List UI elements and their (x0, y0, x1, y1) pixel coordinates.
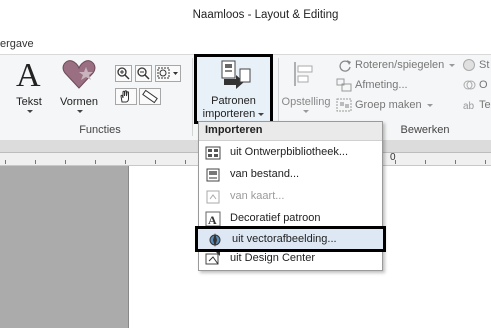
opstelling-button[interactable]: Opstelling (280, 58, 332, 120)
design-center-icon (205, 252, 220, 265)
vormen-button[interactable]: Vormen (56, 58, 102, 120)
ruler-tick (455, 160, 456, 164)
chevron-down-icon (258, 112, 265, 116)
heart-shapes-icon (62, 60, 96, 89)
bewerken-group-label: Bewerken (400, 124, 450, 136)
menu-item-uit-design-center[interactable]: uit Design Center (199, 248, 382, 270)
chevron-down-icon (427, 104, 433, 107)
roteren-label: Roteren/spiegelen (355, 59, 445, 71)
vector-image-icon (209, 233, 221, 247)
menu-header: Importeren (199, 122, 382, 141)
patronen-importeren-button[interactable]: Patronen importeren (194, 54, 273, 124)
ruler-icon (142, 89, 158, 104)
left-panel (0, 166, 128, 328)
opstelling-label: Opstelling (281, 96, 331, 108)
group-separator (192, 58, 193, 136)
zoom-out-button[interactable] (135, 65, 152, 82)
importeren-menu: Importeren uit Ontwerpbibliotheek... van… (195, 121, 386, 271)
menu-item-label: uit vectorafbeelding... (232, 233, 337, 245)
ruler-tick (185, 160, 186, 164)
tab-weergave[interactable]: ergave (0, 38, 34, 50)
patronen-line1: Patronen (211, 95, 256, 107)
card-icon (206, 190, 220, 204)
pan-button[interactable] (115, 88, 137, 105)
groep-maken-button[interactable]: Groep maken (336, 98, 436, 114)
align-icon (294, 62, 313, 86)
outline-icon (463, 80, 476, 90)
file-icon (206, 168, 220, 182)
ruler-tick (65, 160, 66, 164)
menu-item-ontwerpbibliotheek[interactable]: uit Ontwerpbibliotheek... (199, 142, 382, 164)
rotate-icon (339, 60, 351, 72)
afmeting-label: Afmeting... (355, 79, 408, 91)
menu-item-label: van kaart... (230, 190, 285, 202)
roteren-spiegelen-button[interactable]: Roteren/spiegelen (338, 58, 456, 74)
resize-icon (336, 78, 352, 92)
zoom-in-icon (117, 67, 130, 80)
circle-icon (463, 59, 475, 71)
menu-item-label: van bestand... (230, 168, 300, 180)
text-edit-button[interactable]: ab Te (462, 98, 491, 114)
measure-button[interactable] (139, 88, 161, 105)
outline-label: O (479, 79, 488, 91)
menu-item-label: uit Design Center (230, 252, 315, 264)
tekst-label: Tekst (16, 96, 42, 108)
hand-icon (120, 90, 129, 103)
ruler-tick (35, 160, 36, 164)
menu-item-van-kaart[interactable]: van kaart... (199, 186, 382, 208)
svg-text:ab: ab (463, 101, 475, 112)
zoom-fit-icon (157, 67, 178, 79)
chevron-down-icon (77, 110, 83, 113)
tekst-button[interactable]: A Tekst (10, 58, 48, 120)
menu-item-label: Decoratief patroon (230, 212, 321, 224)
svg-text:A: A (208, 213, 217, 227)
afmeting-button[interactable]: Afmeting... (336, 78, 416, 94)
ruler-tick (125, 160, 126, 164)
ruler-tick (395, 160, 396, 164)
patronen-line2: importeren (197, 108, 270, 120)
import-pattern-icon (221, 60, 251, 89)
text-edit-label: Te (479, 99, 491, 111)
zoom-fit-button[interactable] (155, 65, 181, 82)
ruler-tick (95, 160, 96, 164)
ruler-tick (155, 160, 156, 164)
chevron-down-icon (303, 110, 309, 113)
ribbon-tab-bar (0, 34, 491, 54)
ruler-tick (5, 160, 6, 164)
chevron-down-icon (27, 110, 33, 113)
groep-maken-label: Groep maken (355, 99, 422, 111)
chevron-down-icon (449, 64, 455, 67)
window-title: Naamloos - Layout & Editing (192, 9, 339, 21)
menu-item-van-bestand[interactable]: van bestand... (199, 164, 382, 186)
stitch-button[interactable]: St (462, 58, 491, 74)
zoom-out-icon (137, 67, 150, 80)
decorative-pattern-icon: A (205, 211, 221, 227)
zoom-in-button[interactable] (115, 65, 132, 82)
ruler-tick (485, 160, 486, 164)
functies-group-label: Functies (79, 124, 121, 136)
vormen-label: Vormen (60, 96, 98, 108)
library-icon (205, 146, 221, 160)
ruler-tick (425, 160, 426, 164)
stitch-label: St (479, 59, 490, 71)
text-a-icon: A (16, 57, 41, 94)
outline-button[interactable]: O (462, 78, 491, 94)
menu-item-label: uit Ontwerpbibliotheek... (230, 146, 349, 158)
group-icon (336, 98, 352, 112)
text-tool-icon: ab (463, 101, 475, 112)
